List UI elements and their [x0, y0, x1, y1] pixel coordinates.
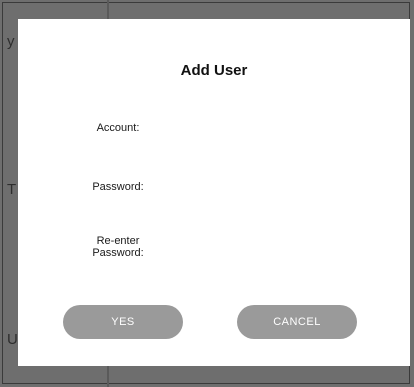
- yes-button[interactable]: YES: [63, 305, 183, 339]
- reenter-password-label-line2: Password:: [92, 247, 144, 259]
- reenter-password-label: Re-enter Password:: [78, 235, 158, 259]
- background-text-fragment: T: [7, 181, 17, 198]
- add-user-dialog: Add User Account: Password: Re-enter Pas…: [18, 19, 410, 366]
- background-text-fragment: U: [7, 331, 18, 348]
- password-label: Password:: [92, 181, 144, 193]
- reenter-password-label-line1: Re-enter: [96, 235, 140, 247]
- cancel-button[interactable]: CANCEL: [237, 305, 357, 339]
- account-label: Account:: [96, 122, 140, 134]
- background-text-fragment: y: [7, 33, 15, 50]
- dialog-title: Add User: [180, 62, 248, 79]
